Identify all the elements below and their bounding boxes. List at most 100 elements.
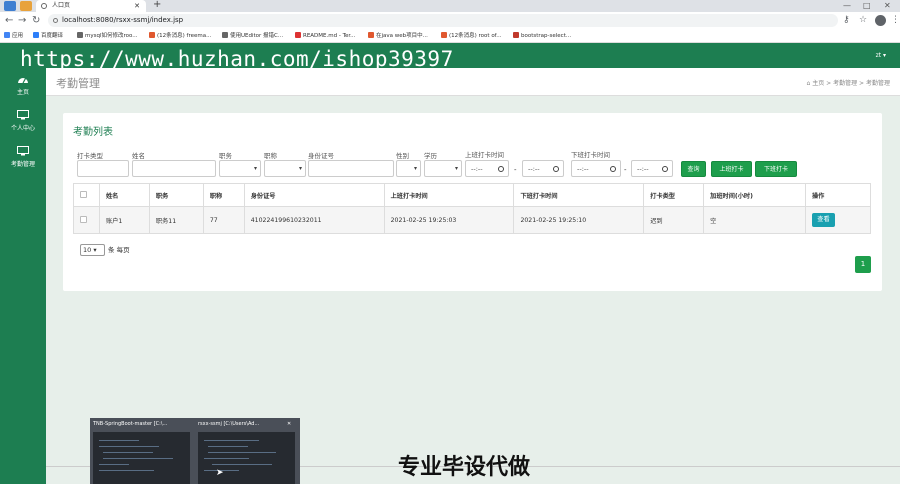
name-field[interactable] — [132, 160, 216, 177]
panel-title: 考勤列表 — [73, 127, 113, 138]
star-icon[interactable]: ☆ — [859, 15, 867, 25]
taskbar-thumbnail[interactable]: TNB-SpringBoot-master [C:\... — [90, 418, 193, 484]
bookmark-item[interactable]: (12条消息) root of... — [441, 32, 501, 41]
bookmark-item[interactable]: README.md - Ter... — [295, 32, 355, 41]
code-line — [99, 446, 159, 447]
sidebar-item-profile[interactable]: 个人中心 — [0, 110, 46, 132]
clock-in-button[interactable]: 上班打卡 — [711, 161, 752, 177]
app-icon — [4, 1, 16, 11]
browser-tab-strip: 人口页 ✕ + — □ ✕ — [0, 0, 900, 12]
page-title: 考勤管理 — [56, 77, 100, 90]
filter-label-idcard: 身份证号 — [308, 152, 334, 160]
cell-on-time: 2021-02-25 19:25:03 — [383, 206, 515, 234]
url-text: localhost:8080/rsxx-ssmj/index.jsp — [62, 16, 184, 24]
clock-icon[interactable] — [610, 166, 616, 172]
bookmark-icon — [295, 32, 301, 38]
tab-close-icon[interactable]: ✕ — [134, 0, 140, 12]
profile-avatar[interactable] — [875, 15, 886, 26]
breadcrumb-item: 考勤管理 — [865, 80, 890, 87]
user-menu[interactable]: zt ▾ — [876, 52, 886, 59]
clock-out-button[interactable]: 下班打卡 — [755, 161, 797, 177]
new-tab-button[interactable]: + — [153, 0, 161, 10]
code-line — [99, 470, 154, 471]
back-icon[interactable]: ← — [5, 14, 13, 27]
maximize-button[interactable]: □ — [863, 0, 871, 12]
sidebar-item-attendance[interactable]: 考勤管理 — [0, 146, 46, 168]
preview-close-icon[interactable]: ✕ — [287, 421, 291, 427]
code-line — [208, 452, 276, 453]
table-row: 账户1 职务11 77 410224199610232011 2021-02-2… — [73, 206, 872, 234]
bookmark-item[interactable]: 百度翻译 — [33, 32, 63, 41]
breadcrumb-item[interactable]: 主页 — [812, 80, 824, 87]
cell-title: 77 — [202, 206, 245, 234]
column-header: 职称 — [202, 183, 245, 207]
search-button[interactable]: 查询 — [681, 161, 706, 177]
on-time-start[interactable]: --:-- — [465, 160, 509, 177]
page-number-current[interactable]: 1 — [855, 256, 871, 273]
cell-off-time: 2021-02-25 19:25:10 — [513, 206, 645, 234]
home-icon: ⌂ — [806, 80, 811, 87]
bookmark-icon — [441, 32, 447, 38]
on-time-end[interactable]: --:-- — [522, 160, 564, 177]
column-header: 上班打卡时间 — [383, 183, 515, 207]
page-size-control: 10 ▾ 条 每页 — [80, 244, 130, 256]
bookmark-item[interactable]: mysql如何修改roo... — [77, 32, 138, 41]
select-all-checkbox[interactable] — [80, 190, 87, 198]
view-button[interactable]: 查看 — [811, 213, 835, 227]
code-line — [103, 458, 173, 459]
taskbar-thumbnail[interactable]: rsxx-ssmj [C:\Users\Ad... ✕ — [195, 418, 298, 484]
app-icon — [20, 1, 32, 11]
menu-dots-icon[interactable]: ⋮ — [891, 15, 900, 25]
edu-select[interactable]: ▾ — [424, 160, 462, 177]
bookmarks-bar: 应用 百度翻译 mysql如何修改roo... (12条消息) freema..… — [0, 29, 900, 43]
page-size-select[interactable]: 10 ▾ — [80, 244, 105, 256]
close-window-button[interactable]: ✕ — [884, 0, 891, 12]
column-header: 打卡类型 — [643, 183, 705, 207]
bookmark-item[interactable]: 使用UEditor 报错C... — [222, 32, 283, 41]
attendance-table: 姓名 职务 职称 身份证号 上班打卡时间 下班打卡时间 打卡类型 加班时间(小时… — [73, 183, 872, 234]
clock-icon[interactable] — [662, 166, 668, 172]
page-header: 考勤管理 ⌂ 主页 > 考勤管理 > 考勤管理 — [46, 68, 900, 96]
chevron-down-icon: ▾ — [298, 165, 302, 172]
code-line — [99, 440, 139, 441]
bookmark-item[interactable]: bootstrap-select... — [513, 32, 571, 41]
bookmark-item[interactable]: 在java web项目中... — [368, 32, 428, 41]
clock-icon[interactable] — [498, 166, 504, 172]
type-field[interactable] — [77, 160, 129, 177]
select-cell — [73, 206, 100, 234]
title-select[interactable]: ▾ — [264, 160, 306, 177]
off-time-end[interactable]: --:-- — [631, 160, 673, 177]
browser-tab[interactable]: 人口页 ✕ — [36, 0, 146, 12]
bookmark-icon — [222, 32, 228, 38]
bookmark-icon — [149, 32, 155, 38]
breadcrumb-item[interactable]: 考勤管理 — [833, 80, 857, 87]
sidebar-item-home[interactable]: 主页 — [0, 74, 46, 96]
bookmark-icon — [33, 32, 39, 38]
browser-window: { "browser": { "tab_title": "人口页", "new_… — [0, 0, 900, 484]
gender-select[interactable]: ▾ — [396, 160, 421, 177]
column-header: 操作 — [804, 183, 872, 207]
cell-post: 职务11 — [148, 206, 204, 234]
minimize-button[interactable]: — — [843, 0, 851, 12]
sidebar-item-label: 主页 — [16, 89, 29, 96]
forward-icon[interactable]: → — [18, 14, 26, 27]
breadcrumb-separator: > — [859, 80, 865, 87]
tab-title: 人口页 — [52, 2, 71, 9]
filter-label-post: 职务 — [219, 152, 232, 160]
row-checkbox[interactable] — [80, 215, 87, 223]
bookmark-item[interactable]: 应用 — [4, 32, 23, 41]
post-select[interactable]: ▾ — [219, 160, 261, 177]
code-line — [204, 440, 259, 441]
url-bar[interactable]: localhost:8080/rsxx-ssmj/index.jsp — [48, 14, 838, 27]
cell-name: 账户1 — [98, 206, 150, 234]
column-header: 身份证号 — [243, 183, 385, 207]
bookmark-item[interactable]: (12条消息) freema... — [149, 32, 211, 41]
key-icon[interactable]: ⚷ — [843, 15, 850, 25]
reload-icon[interactable]: ↻ — [32, 14, 40, 27]
select-all-cell — [73, 183, 100, 207]
clock-icon[interactable] — [553, 166, 559, 172]
monitor-icon — [17, 110, 29, 120]
idcard-field[interactable] — [308, 160, 394, 177]
off-time-start[interactable]: --:-- — [571, 160, 621, 177]
attendance-panel: 考勤列表 打卡类型 姓名 职务 职称 身份证号 性别 学历 上班打卡时间 下班打… — [63, 113, 882, 291]
